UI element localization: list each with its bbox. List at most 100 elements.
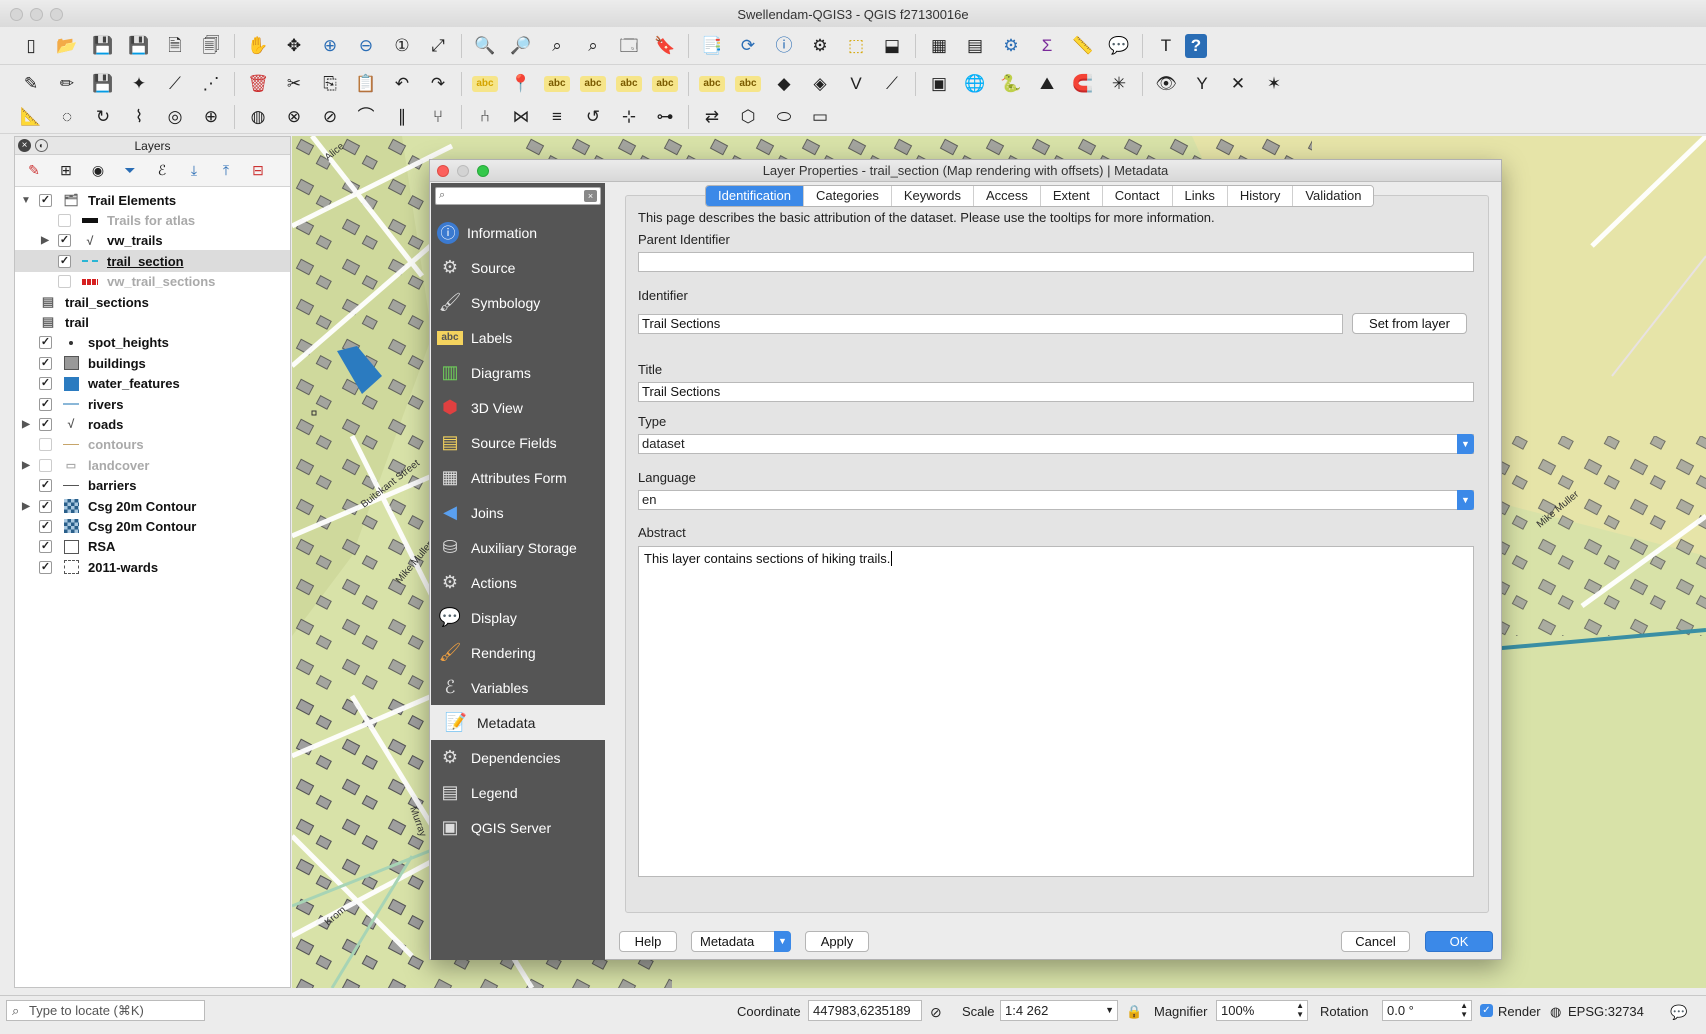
tab-identification[interactable]: Identification	[706, 186, 804, 206]
reshape-feature-icon[interactable]: ⌒	[349, 102, 383, 132]
cancel-button[interactable]: Cancel	[1341, 931, 1410, 952]
layer-row[interactable]: ▼ ✓ 🗂 Trail Elements	[15, 189, 290, 211]
crs-button[interactable]: EPSG:32734	[1568, 1004, 1644, 1019]
dialog-close-icon[interactable]	[437, 165, 449, 177]
chevron-down-icon[interactable]: ▼	[1457, 490, 1474, 510]
zoom-window-icon[interactable]	[50, 8, 63, 21]
current-edits-icon[interactable]: ✎	[14, 69, 48, 99]
nav-item-source[interactable]: ⚙ Source	[431, 250, 605, 285]
zoom-out-icon[interactable]: ⊖	[349, 31, 383, 61]
python-icon[interactable]: 🐍	[994, 69, 1028, 99]
delete-part-icon[interactable]: ⊘	[313, 102, 347, 132]
delete-selected-icon[interactable]: 🗑	[241, 69, 275, 99]
identifier-field[interactable]: Trail Sections	[638, 314, 1343, 334]
expand-arrow-icon[interactable]: ▼	[19, 195, 33, 206]
layer-row[interactable]: ✓ spot_heights	[15, 332, 290, 354]
georeferencer-icon[interactable]: ⛰	[1030, 69, 1064, 99]
layer-visibility-checkbox[interactable]: ✓	[39, 499, 52, 513]
layer-visibility-checkbox[interactable]: ✓	[39, 193, 52, 207]
type-combobox[interactable]: dataset ▼	[638, 434, 1474, 454]
remove-layer-icon[interactable]: ⊟	[245, 159, 271, 183]
new-print-layout-icon[interactable]: 🗎	[158, 31, 192, 61]
trace-icon[interactable]: ✳	[1102, 69, 1136, 99]
add-vector-icon[interactable]: ◈	[803, 69, 837, 99]
nav-search-field[interactable]: ⌕ ×	[435, 187, 601, 205]
open-layer-styling-icon[interactable]: ✎	[21, 159, 47, 183]
metadata-menu-button[interactable]: Metadata ▼	[691, 931, 791, 952]
layer-visibility-checkbox[interactable]: ✓	[39, 356, 52, 370]
dialog-minimize-icon[interactable]	[457, 165, 469, 177]
rotate-point-icon[interactable]: ↺	[576, 102, 610, 132]
nav-item-auxiliary-storage[interactable]: ⛁ Auxiliary Storage	[431, 530, 605, 565]
label-move-icon[interactable]: abc	[616, 75, 642, 92]
ellipse-icon[interactable]: ⬭	[767, 102, 801, 132]
layer-visibility-checkbox[interactable]	[58, 213, 71, 227]
layer-row[interactable]: ✓ buildings	[15, 352, 290, 374]
split-icon[interactable]: Y	[1185, 69, 1219, 99]
render-checkbox[interactable]: ✓	[1480, 1004, 1493, 1017]
nav-item-diagrams[interactable]: ▥ Diagrams	[431, 355, 605, 390]
ok-button[interactable]: OK	[1425, 931, 1493, 952]
copy-features-icon[interactable]: ⎘	[313, 69, 347, 99]
delete-ring-icon[interactable]: ⊗	[277, 102, 311, 132]
tab-links[interactable]: Links	[1172, 186, 1228, 206]
digitize-advanced-icon[interactable]: 📐	[14, 102, 48, 132]
topology-icon[interactable]: 👁	[1149, 69, 1183, 99]
cut-features-icon[interactable]: ✂	[277, 69, 311, 99]
filter-by-expression-icon[interactable]: ℰ	[149, 159, 175, 183]
nav-item-variables[interactable]: ℰ Variables	[431, 670, 605, 705]
tab-extent[interactable]: Extent	[1040, 186, 1103, 206]
clear-search-icon[interactable]: ×	[584, 190, 597, 202]
language-combobox[interactable]: en ▼	[638, 490, 1474, 510]
layer-visibility-checkbox[interactable]: ✓	[58, 234, 71, 248]
abstract-textarea[interactable]: This layer contains sections of hiking t…	[638, 546, 1474, 877]
fill-ring-icon[interactable]: ◍	[241, 102, 275, 132]
nav-item-dependencies[interactable]: ⚙ Dependencies	[431, 740, 605, 775]
label-diagram-icon[interactable]: abc	[735, 75, 761, 92]
scale-combobox[interactable]: 1:4 262 ▼	[1000, 1000, 1118, 1021]
layer-row[interactable]: ✓ Csg 20m Contour	[15, 515, 290, 537]
nav-item-metadata[interactable]: 📝 Metadata	[431, 705, 605, 740]
paste-features-icon[interactable]: 📋	[349, 69, 383, 99]
save-edits-icon[interactable]: 💾	[86, 69, 120, 99]
label-pin-icon[interactable]: 📍	[504, 69, 538, 99]
layer-row[interactable]: ▶ ✓ √ roads	[15, 413, 290, 435]
float-panel-icon[interactable]: ◐	[35, 139, 48, 152]
collapse-all-icon[interactable]: ⤒	[213, 159, 239, 183]
merge-attributes-icon[interactable]: ≡	[540, 102, 574, 132]
reshape-icon[interactable]: ✕	[1221, 69, 1255, 99]
spin-arrows-icon[interactable]: ▲ ▼	[1460, 1001, 1468, 1019]
layer-row[interactable]: Trails for atlas	[15, 209, 290, 231]
layer-visibility-checkbox[interactable]: ✓	[39, 560, 52, 574]
layer-visibility-checkbox[interactable]: ✓	[39, 397, 52, 411]
nav-item-legend[interactable]: ▤ Legend	[431, 775, 605, 810]
zoom-selection-icon[interactable]: 🔍	[468, 31, 502, 61]
layer-visibility-checkbox[interactable]	[39, 458, 52, 472]
digitize-icon[interactable]: ✦	[122, 69, 156, 99]
undo-icon[interactable]: ↶	[385, 69, 419, 99]
spin-arrows-icon[interactable]: ▲ ▼	[1296, 1001, 1304, 1019]
save-as-icon[interactable]: 💾	[122, 31, 156, 61]
add-group-icon[interactable]: ⊞	[53, 159, 79, 183]
statistics-icon[interactable]: Σ	[1030, 31, 1064, 61]
zoom-full-icon[interactable]: ⤢	[421, 31, 455, 61]
identify-icon[interactable]: ⓘ	[767, 31, 801, 61]
measure-line-icon[interactable]: 📏	[1066, 31, 1100, 61]
deselect-icon[interactable]: ⬓	[875, 31, 909, 61]
field-calculator-icon[interactable]: ▤	[958, 31, 992, 61]
pan-icon[interactable]: ✋	[241, 31, 275, 61]
layer-visibility-checkbox[interactable]: ✓	[39, 336, 52, 350]
new-map-view-icon[interactable]: 🗔	[612, 31, 646, 61]
close-window-icon[interactable]	[10, 8, 23, 21]
layer-row[interactable]: ✓ barriers	[15, 475, 290, 497]
simplify-icon[interactable]: ⌇	[122, 102, 156, 132]
save-project-icon[interactable]: 💾	[86, 31, 120, 61]
title-field[interactable]: Trail Sections	[638, 382, 1474, 402]
nav-item-display[interactable]: 💬 Display	[431, 600, 605, 635]
apply-button[interactable]: Apply	[805, 931, 869, 952]
globe-icon[interactable]: 🌐	[958, 69, 992, 99]
layer-visibility-checkbox[interactable]: ✓	[58, 254, 71, 268]
nav-item-symbology[interactable]: 🖌 Symbology	[431, 285, 605, 320]
redo-icon[interactable]: ↷	[421, 69, 455, 99]
chevron-down-icon[interactable]: ▼	[1105, 1001, 1114, 1020]
